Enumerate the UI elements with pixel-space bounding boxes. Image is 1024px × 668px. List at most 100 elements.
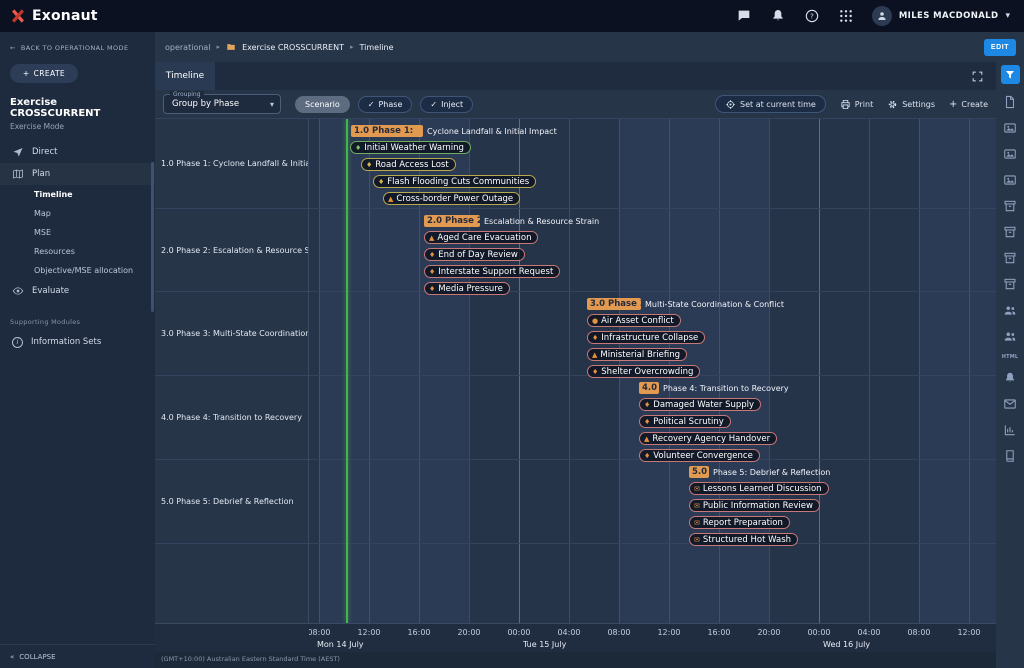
- inject-chip[interactable]: ●Air Asset Conflict: [587, 314, 681, 327]
- inject-label: Air Asset Conflict: [601, 315, 674, 327]
- diamond-icon: ♦: [592, 332, 598, 344]
- timeline-group-label[interactable]: 1.0 Phase 1: Cyclone Landfall & Initia..…: [155, 119, 308, 209]
- mail-icon[interactable]: [1002, 396, 1018, 412]
- axis-tick-label: 16:00: [407, 628, 430, 637]
- app-logo[interactable]: Exonaut: [10, 8, 98, 24]
- breadcrumb-exercise[interactable]: Exercise CROSSCURRENT: [242, 43, 344, 52]
- image-panel-icon[interactable]: [1002, 120, 1018, 136]
- timeline-group-label[interactable]: 4.0 Phase 4: Transition to Recovery: [155, 376, 308, 460]
- inject-chip[interactable]: ✉Public Information Review: [689, 499, 820, 512]
- settings-button[interactable]: Settings: [887, 99, 935, 110]
- set-current-time-button[interactable]: Set at current time: [715, 95, 826, 113]
- inject-chip[interactable]: ♦Political Scrutiny: [639, 415, 731, 428]
- notifications-bell-icon[interactable]: [770, 8, 786, 24]
- inject-chip[interactable]: ♦Interstate Support Request: [424, 265, 560, 278]
- phase-bar[interactable]: 4.0Phase 4: Transition to Recovery: [639, 382, 789, 394]
- grouping-select[interactable]: Grouping Group by Phase ▾: [163, 94, 281, 114]
- back-to-operational-mode-link[interactable]: ← BACK TO OPERATIONAL MODE: [0, 32, 155, 54]
- filter-icon[interactable]: [1001, 65, 1020, 84]
- envelope-icon: ✉: [694, 534, 700, 546]
- inject-chip[interactable]: ♦End of Day Review: [424, 248, 525, 261]
- inject-label: Ministerial Briefing: [600, 349, 680, 361]
- tab-timeline[interactable]: Timeline: [155, 62, 215, 90]
- archive-icon[interactable]: [1002, 224, 1018, 240]
- archive-icon[interactable]: [1002, 198, 1018, 214]
- sidebar-item-mse[interactable]: MSE: [0, 223, 155, 242]
- timeline-chart[interactable]: 1.0 Phase 1:Cyclone Landfall & Initial I…: [309, 119, 996, 623]
- document-icon[interactable]: [1002, 94, 1018, 110]
- scenario-chip[interactable]: Scenario: [295, 96, 350, 113]
- phase-filter-chip[interactable]: ✓ Phase: [358, 96, 413, 113]
- timeline-group-labels: 1.0 Phase 1: Cyclone Landfall & Initia..…: [155, 119, 309, 623]
- inject-chip[interactable]: ♦Damaged Water Supply: [639, 398, 761, 411]
- chart-icon[interactable]: [1002, 422, 1018, 438]
- top-bar: Exonaut MILES MACDONALD ▾: [0, 0, 1024, 32]
- collapse-button[interactable]: « COLLAPSE: [0, 644, 155, 668]
- sidebar-item-direct[interactable]: Direct: [0, 141, 155, 163]
- phase-bar[interactable]: 5.0Phase 5: Debrief & Reflection: [689, 466, 830, 478]
- sidebar-item-evaluate[interactable]: Evaluate: [0, 280, 155, 302]
- chat-icon[interactable]: [736, 8, 752, 24]
- printer-icon: [840, 99, 851, 110]
- sidebar-item-plan[interactable]: Plan: [0, 163, 155, 185]
- archive-icon[interactable]: [1002, 276, 1018, 292]
- print-button[interactable]: Print: [840, 99, 873, 110]
- phase-bar-fill: 3.0 Phase 3:: [587, 298, 641, 310]
- sidebar-item-map[interactable]: Map: [0, 204, 155, 223]
- apps-grid-icon[interactable]: [838, 8, 854, 24]
- tab-bar: Timeline: [155, 62, 996, 90]
- sidebar-item-timeline[interactable]: Timeline: [0, 185, 155, 204]
- diamond-icon: ♦: [644, 416, 650, 428]
- inject-chip[interactable]: ♦Infrastructure Collapse: [587, 331, 705, 344]
- html-tool-icon[interactable]: HTML: [1002, 354, 1019, 360]
- inject-chip[interactable]: ✉Report Preparation: [689, 516, 790, 529]
- create-button[interactable]: + CREATE: [10, 64, 78, 83]
- inject-chip[interactable]: ▲Aged Care Evacuation: [424, 231, 538, 244]
- timeline-group-row: 1.0 Phase 1:Cyclone Landfall & Initial I…: [309, 119, 996, 209]
- sidebar-item-information-sets[interactable]: i Information Sets: [0, 331, 155, 353]
- bell-icon[interactable]: [1002, 370, 1018, 386]
- inject-chip[interactable]: ♦Flash Flooding Cuts Communities: [373, 175, 536, 188]
- timezone-label: (GMT+10:00) Australian Eastern Standard …: [155, 652, 996, 663]
- axis-day-label: Mon 14 July: [317, 640, 364, 649]
- breadcrumb-operational[interactable]: operational: [165, 43, 211, 52]
- phase-bar[interactable]: 2.0 Phase 2:Escalation & Resource Strain: [424, 215, 599, 227]
- inject-chip[interactable]: ♦Road Access Lost: [361, 158, 456, 171]
- inject-chip[interactable]: ▲Recovery Agency Handover: [639, 432, 777, 445]
- axis-tick-label: 04:00: [557, 628, 580, 637]
- diamond-icon: ♦: [366, 159, 372, 171]
- sidebar-item-resources[interactable]: Resources: [0, 242, 155, 261]
- book-icon[interactable]: [1002, 448, 1018, 464]
- envelope-icon: ✉: [694, 483, 700, 495]
- phase-bar[interactable]: 1.0 Phase 1:Cyclone Landfall & Initial I…: [351, 125, 557, 137]
- inject-chip[interactable]: ▲Cross-border Power Outage: [383, 192, 520, 205]
- timeline-group-label[interactable]: 3.0 Phase 3: Multi-State Coordination...: [155, 292, 308, 376]
- phase-bar-title: Phase 4: Transition to Recovery: [663, 384, 789, 393]
- phase-bar[interactable]: 3.0 Phase 3:Multi-State Coordination & C…: [587, 298, 784, 310]
- inject-chip[interactable]: ✉Lessons Learned Discussion: [689, 482, 829, 495]
- inject-chip[interactable]: ✉Structured Hot Wash: [689, 533, 798, 546]
- plus-icon: +: [23, 69, 30, 78]
- sidebar-scrollbar[interactable]: [151, 162, 154, 312]
- axis-tick-label: 12:00: [657, 628, 680, 637]
- timeline-group-row: 2.0 Phase 2:Escalation & Resource Strain…: [309, 209, 996, 292]
- image-panel-icon[interactable]: [1002, 146, 1018, 162]
- axis-tick-label: 20:00: [757, 628, 780, 637]
- phase-bar-fill: 5.0: [689, 466, 709, 478]
- help-icon[interactable]: [804, 8, 820, 24]
- edit-button[interactable]: EDIT: [984, 39, 1016, 56]
- create-timeline-item-button[interactable]: + Create: [949, 99, 988, 110]
- fullscreen-icon[interactable]: [971, 70, 984, 83]
- archive-icon[interactable]: [1002, 250, 1018, 266]
- axis-tick-label: 08:00: [607, 628, 630, 637]
- inject-chip[interactable]: ♦Initial Weather Warning: [350, 141, 471, 154]
- people-icon[interactable]: [1002, 302, 1018, 318]
- sidebar-item-objective-mse-allocation[interactable]: Objective/MSE allocation: [0, 261, 155, 280]
- image-panel-icon[interactable]: [1002, 172, 1018, 188]
- timeline-group-label[interactable]: 5.0 Phase 5: Debrief & Reflection: [155, 460, 308, 544]
- people-icon[interactable]: [1002, 328, 1018, 344]
- inject-filter-chip[interactable]: ✓ Inject: [420, 96, 473, 113]
- user-menu[interactable]: MILES MACDONALD ▾: [872, 6, 1010, 26]
- timeline-group-label[interactable]: 2.0 Phase 2: Escalation & Resource S...: [155, 209, 308, 292]
- inject-chip[interactable]: ▲Ministerial Briefing: [587, 348, 687, 361]
